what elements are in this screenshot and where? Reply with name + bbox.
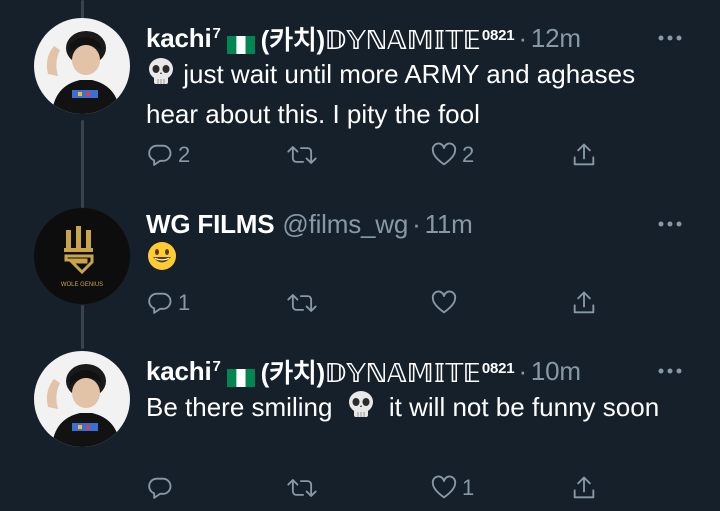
share-icon [570,474,598,502]
tweet-text: Be there smiling it will not be funny so… [146,389,686,429]
reply-button[interactable]: 1 [146,286,190,320]
tweet-header: WG FILMS @films_wg · 11m [146,204,473,244]
tweet-header: kachi7 (카치)𝔻𝕐ℕ𝔸𝕄𝕀𝕋𝔼0821 · 12m [146,18,581,58]
reply-button[interactable] [146,471,178,505]
display-name[interactable]: WG FILMS [146,209,275,240]
retweet-button[interactable] [286,471,322,505]
wg-logo-text: WOLE GENIUS [61,282,103,288]
more-icon[interactable] [656,28,684,48]
tweet-actions: 1 [146,471,616,505]
reply-icon [146,289,174,317]
timestamp[interactable]: 11m [425,209,473,240]
more-icon[interactable] [656,214,684,234]
like-icon [430,289,458,317]
reply-count: 1 [178,290,191,315]
avatar[interactable] [34,18,130,114]
retweet-icon [286,141,318,169]
avatar[interactable]: WOLE GENIUS [34,208,130,304]
retweet-icon [286,289,318,317]
tweet-header: kachi7 (카치)𝔻𝕐ℕ𝔸𝕄𝕀𝕋𝔼0821 · 10m [146,351,581,391]
share-button[interactable] [570,138,598,172]
skull-emoji-icon [346,390,376,429]
like-button[interactable]: 1 [430,471,474,505]
tweet-text: just wait until more ARMY and aghases he… [146,57,636,129]
nigeria-flag-icon [226,30,255,54]
retweet-button[interactable] [286,286,322,320]
tweet-actions: 1 [146,286,616,320]
like-button[interactable]: 2 [430,138,474,172]
timeline: kachi7 (카치)𝔻𝕐ℕ𝔸𝕄𝕀𝕋𝔼0821 · 12m just wait … [0,0,720,511]
reply-icon [146,474,174,502]
retweet-button[interactable] [286,138,322,172]
like-icon [430,474,458,502]
reply-icon [146,141,174,169]
reply-button[interactable]: 2 [146,138,190,172]
timestamp[interactable]: 12m [531,23,581,54]
separator: · [518,22,527,53]
share-icon [570,141,598,169]
skull-emoji-icon [146,57,176,96]
like-button[interactable] [430,286,462,320]
tweet-actions: 2 2 [146,138,616,172]
tweet[interactable]: kachi7 (카치)𝔻𝕐ℕ𝔸𝕄𝕀𝕋𝔼0821 · 12m just wait … [0,18,720,178]
display-name[interactable]: kachi7 [146,356,221,387]
tweet-text [146,240,686,281]
tweet[interactable]: kachi7 (카치)𝔻𝕐ℕ𝔸𝕄𝕀𝕋𝔼0821 · 10m Be there s… [0,351,720,511]
handle[interactable]: @films_wg [282,209,408,240]
avatar[interactable] [34,351,130,447]
nigeria-flag-icon [226,363,255,387]
tweet[interactable]: WOLE GENIUS WG FILMS @films_wg · 11m 1 [0,204,720,334]
like-count: 1 [462,475,475,500]
thread-line-top [81,0,84,20]
display-name-suffix[interactable]: (카치)𝔻𝕐ℕ𝔸𝕄𝕀𝕋𝔼0821 [261,20,515,57]
reply-count: 2 [178,142,191,167]
display-name-suffix[interactable]: (카치)𝔻𝕐ℕ𝔸𝕄𝕀𝕋𝔼0821 [261,353,515,390]
display-name[interactable]: kachi7 [146,23,221,54]
like-icon [430,141,458,169]
share-button[interactable] [570,286,598,320]
timestamp[interactable]: 10m [531,356,581,387]
grinning-face-emoji-icon [146,240,178,281]
retweet-icon [286,474,318,502]
separator: · [412,208,421,239]
share-icon [570,289,598,317]
share-button[interactable] [570,471,598,505]
more-icon[interactable] [656,361,684,381]
separator: · [518,355,527,386]
like-count: 2 [462,142,475,167]
